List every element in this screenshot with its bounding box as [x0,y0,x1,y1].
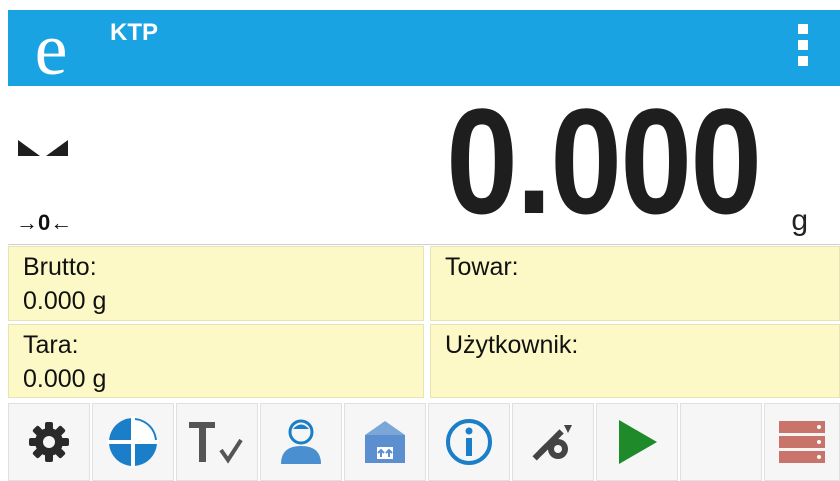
weight-unit[interactable]: g [791,204,808,238]
info-panel: Brutto: 0.000 g Towar: Tara: 0.000 g Uży… [8,246,840,398]
app-title: KTP [110,19,158,46]
gear-icon [29,422,69,462]
package-icon [365,421,405,463]
title-bar: e KTP [8,10,840,86]
weight-value: 0.000 [445,77,762,245]
settings-button[interactable] [8,403,90,481]
empty-button[interactable] [680,403,762,481]
brutto-value: 0.000 g [23,287,107,315]
uzytkownik-label: Użytkownik: [445,331,579,359]
towar-field[interactable]: Towar: [430,246,840,321]
logo-icon: e [35,18,68,80]
tools-button[interactable] [512,403,594,481]
stability-icon [18,140,68,156]
start-button[interactable] [596,403,678,481]
statistics-button[interactable] [92,403,174,481]
chart-icon [107,416,159,468]
svg-text:e: e [35,18,68,80]
tara-field[interactable]: Tara: 0.000 g [8,324,424,398]
tare-check-icon [189,422,243,464]
user-icon [281,419,321,464]
tara-value: 0.000 g [23,365,107,393]
brutto-field[interactable]: Brutto: 0.000 g [8,246,424,321]
database-button[interactable] [764,403,840,481]
brutto-label: Brutto: [23,253,97,281]
uzytkownik-field[interactable]: Użytkownik: [430,324,840,398]
weight-display: →0← 0.000 g [8,86,840,245]
play-icon [619,420,657,464]
towar-label: Towar: [445,253,519,281]
tools-icon [532,425,572,461]
database-icon [779,421,825,463]
info-icon [446,419,492,465]
tare-button[interactable] [176,403,258,481]
function-toolbar [8,403,840,481]
menu-icon[interactable] [798,24,810,76]
zero-indicator: →0← [16,210,73,235]
info-button[interactable] [428,403,510,481]
product-button[interactable] [344,403,426,481]
user-button[interactable] [260,403,342,481]
tara-label: Tara: [23,331,79,359]
